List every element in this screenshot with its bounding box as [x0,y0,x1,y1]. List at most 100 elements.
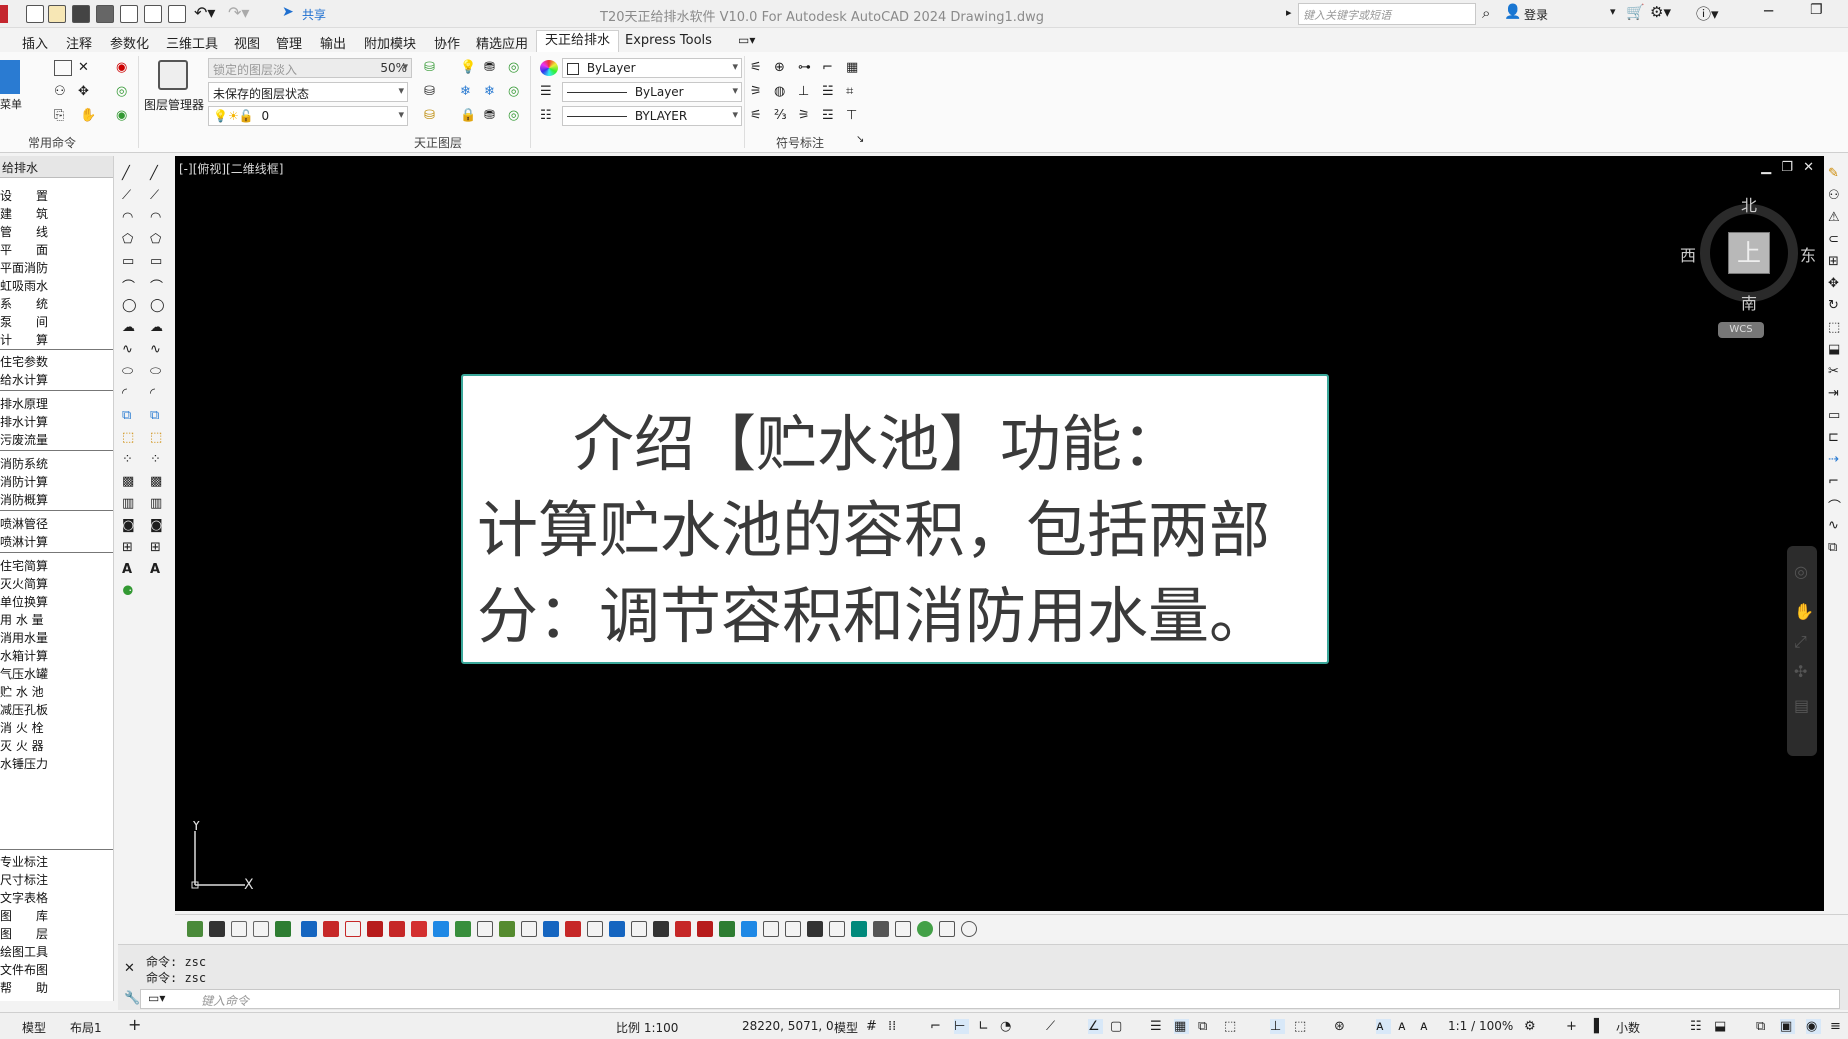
lock-ui-icon[interactable]: ⬓ [1714,1019,1729,1034]
scale-select[interactable]: 比例 1:100 [616,1019,678,1036]
layer-unlock-icon[interactable]: ⛃ [484,108,502,124]
zoom-extents-icon[interactable]: ⤢ [1794,632,1807,652]
side-menu-item[interactable]: 水锤压力 [0,755,48,772]
isolate-objects-icon[interactable]: ⧉ [1756,1019,1771,1034]
hatch-icon[interactable]: ▩ [122,474,138,490]
rotate-icon[interactable]: ↻ [1828,298,1844,314]
viewcube[interactable]: 上 北 南 西 东 [1680,186,1816,316]
side-menu-item[interactable]: 污废流量 [0,431,48,448]
tab-collaborate[interactable]: 协作 [434,33,460,52]
tool-icon[interactable] [873,921,889,937]
gradient-icon[interactable]: ▥ [122,496,138,512]
side-menu-item[interactable]: 喷淋计算 [0,533,48,550]
tool-icon[interactable] [631,921,647,937]
tool-icon[interactable] [609,921,625,937]
side-menu-item[interactable]: 减压孔板 [0,701,48,718]
layer-tool-icon-3[interactable]: ⛁ [424,108,442,124]
symbol-icon-2[interactable]: ⊕ [774,60,792,76]
ortho-icon[interactable]: ∟ [978,1019,993,1034]
polygon-icon[interactable]: ⬠ [150,232,166,248]
point-icon[interactable]: ⁘ [122,452,138,468]
rectangle-icon[interactable]: ▭ [150,254,166,270]
lineweight-icon[interactable]: ☷ [540,108,558,124]
tool-icon[interactable] [939,921,955,937]
tool-icon[interactable] [209,921,225,937]
side-menu-item[interactable]: 图 库 [0,907,48,924]
tool-icon[interactable] [565,921,581,937]
tool-icon[interactable] [829,921,845,937]
command-icon-4[interactable]: ⚇ [54,84,72,100]
add-layout-icon[interactable]: + [128,1015,141,1034]
spline-icon[interactable]: ∿ [122,342,138,358]
panel-expand-icon[interactable]: ↘ [856,134,864,145]
command-icon-7[interactable]: ⎘ [54,108,72,124]
compass-west[interactable]: 西 [1680,242,1696,266]
revcloud-icon[interactable]: ☁ [122,320,138,336]
osnap-icon[interactable]: ▢ [1110,1019,1125,1034]
tool-icon[interactable] [851,921,867,937]
side-menu-item[interactable]: 虹吸雨水 [0,277,48,294]
3d-osnap-icon[interactable]: ⬚ [1224,1019,1239,1034]
annotation-scale-icon[interactable]: ᴀ [1420,1019,1435,1034]
tab-tangent-plumbing[interactable]: 天正给排水 [536,30,620,52]
tool-icon[interactable] [253,921,269,937]
tool-icon[interactable] [187,921,203,937]
gradient-icon[interactable]: ▥ [150,496,166,512]
current-layer-select[interactable]: 💡☀🔓 0 [208,106,408,126]
tab-3d-tools[interactable]: 三维工具 [166,33,218,52]
tab-express-tools[interactable]: Express Tools [625,33,712,48]
revcloud-icon[interactable]: ☁ [150,320,166,336]
publish-icon[interactable] [144,5,162,23]
tool-icon[interactable] [477,921,493,937]
customize-icon[interactable]: ≡ [1830,1019,1845,1034]
grid-icon[interactable]: # [866,1019,881,1034]
side-menu-item[interactable]: 平面消防 [0,259,48,276]
annotation-visibility-icon[interactable]: ᴀ [1376,1019,1391,1034]
symbol-icon-14[interactable]: ☲ [822,108,840,124]
fillet-icon[interactable]: ⌒ [1828,496,1844,515]
tab-layout1[interactable]: 布局1 [70,1019,102,1036]
point-icon[interactable]: ⁘ [150,452,166,468]
tool-icon[interactable] [367,921,383,937]
layer-manager-button[interactable]: 图层管理器 [144,96,204,113]
layer-isolate-icon[interactable]: ⛃ [484,60,502,76]
search-expand-icon[interactable]: ▸ [1286,6,1292,19]
tool-icon[interactable] [323,921,339,937]
workspace-gear-icon[interactable]: ⚙ [1524,1019,1539,1034]
offset-icon[interactable]: ⊂ [1828,232,1844,248]
side-menu-header[interactable]: 给排水 [0,156,113,178]
hardware-acceleration-icon[interactable]: ▣ [1780,1019,1795,1034]
polyline-icon[interactable]: ⟋ [150,188,166,204]
tool-icon[interactable] [543,921,559,937]
drawing-viewport[interactable]: [-][俯视][二维线框] ▁ ❐ ✕ 介绍【贮水池】功能： 计算贮水池的容积，… [175,156,1824,911]
tool-icon[interactable] [961,921,977,937]
circle-icon[interactable]: ◯ [150,298,166,314]
close-icon[interactable]: ✕ [1803,160,1814,175]
osnap-tracking-icon[interactable]: ∠ [1088,1019,1103,1034]
tool-icon[interactable] [675,921,691,937]
chamfer-icon[interactable]: ⌐ [1828,474,1844,490]
help-icon[interactable]: ⓘ▾ [1696,3,1719,24]
side-menu-item[interactable]: 系 统 [0,295,48,312]
side-menu-item[interactable]: 消防系统 [0,455,48,472]
tab-view[interactable]: 视图 [234,33,260,52]
annotation-scale-select[interactable]: 1:1 / 100% [1448,1019,1513,1033]
compass-south[interactable]: 南 [1741,290,1757,314]
tool-icon[interactable] [697,921,713,937]
side-menu-item[interactable]: 单位换算 [0,593,48,610]
viewcube-face-top[interactable]: 上 [1728,232,1770,274]
side-menu-item[interactable]: 设 置 [0,187,48,204]
export-icon[interactable] [120,5,138,23]
table-icon[interactable]: ⊞ [122,540,138,556]
extend-icon[interactable]: ⇥ [1828,386,1844,402]
menu-label[interactable]: 菜单 [0,96,22,112]
lineweight-select[interactable]: BYLAYER [562,106,742,126]
tool-icon[interactable] [807,921,823,937]
share-button[interactable]: 共享 [302,6,326,23]
transparency-icon[interactable]: ▦ [1174,1019,1189,1034]
polar-icon[interactable]: ◔ [1000,1019,1015,1034]
make-block-icon[interactable]: ⬚ [122,430,138,446]
tool-icon[interactable] [499,921,515,937]
command-input[interactable]: 键入命令 [140,989,1840,1009]
arc-icon[interactable]: ⌒ [150,276,166,295]
